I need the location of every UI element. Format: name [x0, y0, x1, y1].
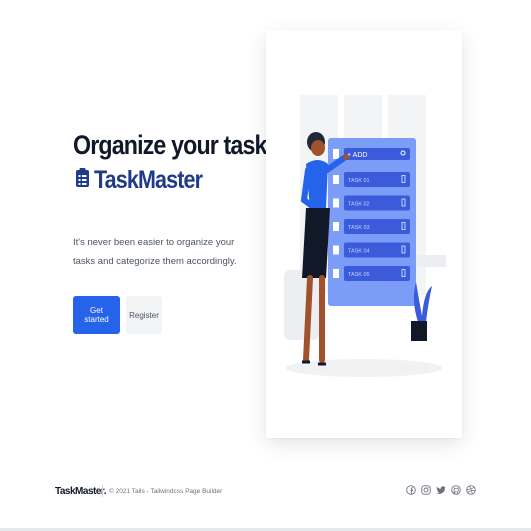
illustration-card: + ADD TASK 01 TASK 02 TASK 03 TASK 04 TASK 0… — [266, 30, 462, 438]
task-label: TASK 02 — [348, 202, 370, 208]
github-icon[interactable] — [450, 484, 462, 496]
task-row: TASK 04 — [333, 242, 410, 258]
task-row: TASK 03 — [333, 219, 410, 234]
task-checkbox — [333, 245, 339, 255]
brand: TaskMaster — [76, 164, 220, 196]
task-checkbox — [333, 198, 339, 208]
task-board-illustration: + ADD TASK 01 TASK 02 TASK 03 TASK 04 TASK 0… — [284, 95, 446, 377]
dribbble-icon[interactable] — [465, 484, 477, 496]
task-row: TASK 05 — [333, 266, 410, 281]
brand-name: TaskMaster — [94, 166, 203, 194]
task-checkbox — [333, 175, 339, 184]
twitter-icon[interactable] — [435, 484, 447, 496]
footer-logo[interactable]: TaskMaster. — [55, 486, 107, 497]
task-row: TASK 02 — [333, 195, 410, 211]
task-checkbox — [333, 222, 339, 231]
hero-title: Organize your tasks — [73, 130, 279, 160]
get-started-button[interactable]: Get started — [73, 296, 120, 334]
facebook-icon[interactable] — [405, 484, 417, 496]
task-row: TASK 01 — [333, 172, 410, 187]
hero-description: It's never been easier to organize your … — [73, 237, 237, 267]
task-label: TASK 01 — [348, 178, 370, 184]
footer-copyright: © 2021 Tails - Tailwindcss Page Builder — [109, 488, 223, 495]
clipboard-icon — [76, 168, 89, 192]
task-label: TASK 03 — [348, 225, 370, 231]
task-checkbox — [333, 269, 339, 278]
task-label: TASK 04 — [348, 249, 370, 255]
task-label: TASK 05 — [348, 272, 370, 278]
instagram-icon[interactable] — [420, 484, 432, 496]
footer-divider — [102, 485, 103, 497]
add-label: + ADD — [347, 152, 367, 159]
register-button[interactable]: Register — [126, 296, 162, 334]
